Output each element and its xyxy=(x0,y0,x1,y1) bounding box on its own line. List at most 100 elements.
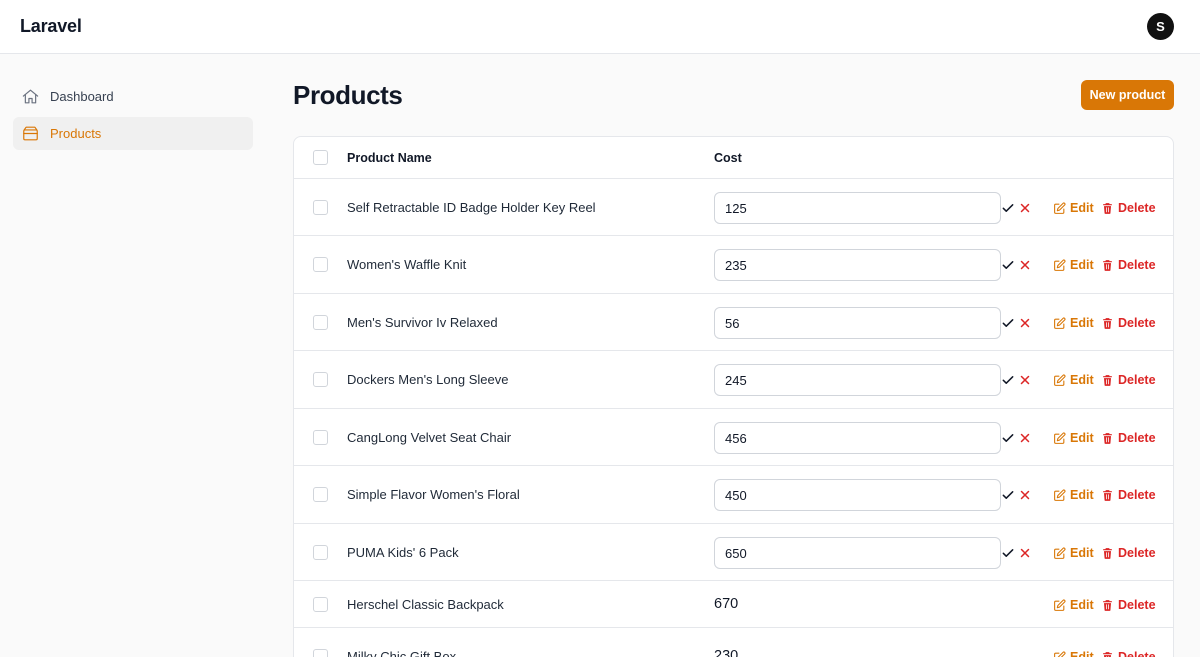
edit-button[interactable]: Edit xyxy=(1053,372,1094,388)
row-checkbox[interactable] xyxy=(313,430,328,445)
delete-label: Delete xyxy=(1118,201,1156,215)
row-checkbox[interactable] xyxy=(313,597,328,612)
delete-label: Delete xyxy=(1118,598,1156,612)
delete-label: Delete xyxy=(1118,650,1156,657)
row-checkbox[interactable] xyxy=(313,315,328,330)
product-name: Milky Chic Gift Box xyxy=(347,649,457,657)
confirm-check-icon[interactable] xyxy=(1001,316,1015,330)
edit-icon xyxy=(1053,650,1066,657)
delete-label: Delete xyxy=(1118,546,1156,560)
cost-value[interactable]: 670 xyxy=(714,596,738,612)
edit-button[interactable]: Edit xyxy=(1053,649,1094,657)
user-avatar[interactable]: S xyxy=(1147,13,1174,40)
delete-label: Delete xyxy=(1118,373,1156,387)
edit-button[interactable]: Edit xyxy=(1053,257,1094,273)
row-checkbox[interactable] xyxy=(313,257,328,272)
cancel-x-icon[interactable] xyxy=(1018,488,1032,502)
confirm-check-icon[interactable] xyxy=(1001,258,1015,272)
row-checkbox[interactable] xyxy=(313,545,328,560)
confirm-check-icon[interactable] xyxy=(1001,488,1015,502)
edit-icon xyxy=(1053,201,1066,215)
edit-icon xyxy=(1053,598,1066,612)
confirm-check-icon[interactable] xyxy=(1001,546,1015,560)
edit-button[interactable]: Edit xyxy=(1053,315,1094,331)
edit-label: Edit xyxy=(1070,373,1094,387)
edit-label: Edit xyxy=(1070,431,1094,445)
column-header-cost[interactable]: Cost xyxy=(714,151,742,165)
row-checkbox[interactable] xyxy=(313,487,328,502)
home-icon xyxy=(22,89,39,104)
cancel-x-icon[interactable] xyxy=(1018,431,1032,445)
cancel-x-icon[interactable] xyxy=(1018,316,1032,330)
sidebar-item-dashboard[interactable]: Dashboard xyxy=(13,80,253,113)
delete-button[interactable]: Delete xyxy=(1101,597,1156,613)
delete-button[interactable]: Delete xyxy=(1101,430,1156,446)
cancel-x-icon[interactable] xyxy=(1018,546,1032,560)
confirm-check-icon[interactable] xyxy=(1001,373,1015,387)
cost-input[interactable] xyxy=(714,364,1001,396)
cost-input[interactable] xyxy=(714,422,1001,454)
sidebar: Dashboard Products xyxy=(0,54,270,657)
products-table: Product Name Cost Self Retractable ID Ba… xyxy=(293,136,1174,657)
trash-icon xyxy=(1101,317,1114,330)
product-name: CangLong Velvet Seat Chair xyxy=(347,430,512,445)
confirm-check-icon[interactable] xyxy=(1001,431,1015,445)
delete-button[interactable]: Delete xyxy=(1101,200,1156,216)
trash-icon xyxy=(1101,432,1114,445)
delete-label: Delete xyxy=(1118,316,1156,330)
row-checkbox[interactable] xyxy=(313,372,328,387)
cost-input[interactable] xyxy=(714,307,1001,339)
row-checkbox[interactable] xyxy=(313,649,328,657)
edit-button[interactable]: Edit xyxy=(1053,597,1094,613)
trash-icon xyxy=(1101,259,1114,272)
edit-button[interactable]: Edit xyxy=(1053,200,1094,216)
product-name: PUMA Kids' 6 Pack xyxy=(347,545,459,560)
trash-icon xyxy=(1101,599,1114,612)
delete-button[interactable]: Delete xyxy=(1101,257,1156,273)
cancel-x-icon[interactable] xyxy=(1018,201,1032,215)
edit-label: Edit xyxy=(1070,598,1094,612)
top-bar: Laravel S xyxy=(0,0,1200,54)
delete-button[interactable]: Delete xyxy=(1101,487,1156,503)
trash-icon xyxy=(1101,202,1114,215)
product-name: Men's Survivor Iv Relaxed xyxy=(347,315,498,330)
column-header-product-name[interactable]: Product Name xyxy=(347,151,432,165)
edit-icon xyxy=(1053,373,1066,387)
cost-value[interactable]: 230 xyxy=(714,648,738,657)
table-row: Milky Chic Gift Box 230 Edit Delete xyxy=(294,628,1173,657)
product-name: Women's Waffle Knit xyxy=(347,257,467,272)
select-all-checkbox[interactable] xyxy=(313,150,328,165)
table-row: Simple Flavor Women's Floral Edit Delete xyxy=(294,466,1173,524)
row-checkbox[interactable] xyxy=(313,200,328,215)
sidebar-item-label: Products xyxy=(50,126,102,141)
cost-input[interactable] xyxy=(714,479,1001,511)
edit-button[interactable]: Edit xyxy=(1053,430,1094,446)
cost-input[interactable] xyxy=(714,192,1001,224)
delete-button[interactable]: Delete xyxy=(1101,315,1156,331)
edit-label: Edit xyxy=(1070,316,1094,330)
brand-logo[interactable]: Laravel xyxy=(20,16,82,37)
delete-button[interactable]: Delete xyxy=(1101,372,1156,388)
cancel-x-icon[interactable] xyxy=(1018,258,1032,272)
page-title: Products xyxy=(293,80,403,110)
trash-icon xyxy=(1101,489,1114,502)
table-row: Dockers Men's Long Sleeve Edit Delete xyxy=(294,351,1173,409)
confirm-check-icon[interactable] xyxy=(1001,201,1015,215)
sidebar-item-label: Dashboard xyxy=(50,89,114,104)
cost-input[interactable] xyxy=(714,249,1001,281)
delete-label: Delete xyxy=(1118,431,1156,445)
cost-input[interactable] xyxy=(714,537,1001,569)
edit-button[interactable]: Edit xyxy=(1053,545,1094,561)
trash-icon xyxy=(1101,374,1114,387)
delete-button[interactable]: Delete xyxy=(1101,545,1156,561)
trash-icon xyxy=(1101,651,1114,657)
edit-button[interactable]: Edit xyxy=(1053,487,1094,503)
archive-box-icon xyxy=(23,126,38,141)
new-product-button[interactable]: New product xyxy=(1081,80,1174,110)
delete-button[interactable]: Delete xyxy=(1101,649,1156,657)
cancel-x-icon[interactable] xyxy=(1018,373,1032,387)
delete-label: Delete xyxy=(1118,258,1156,272)
edit-icon xyxy=(1053,258,1066,272)
table-row: Women's Waffle Knit Edit Delete xyxy=(294,236,1173,294)
sidebar-item-products[interactable]: Products xyxy=(13,117,253,150)
